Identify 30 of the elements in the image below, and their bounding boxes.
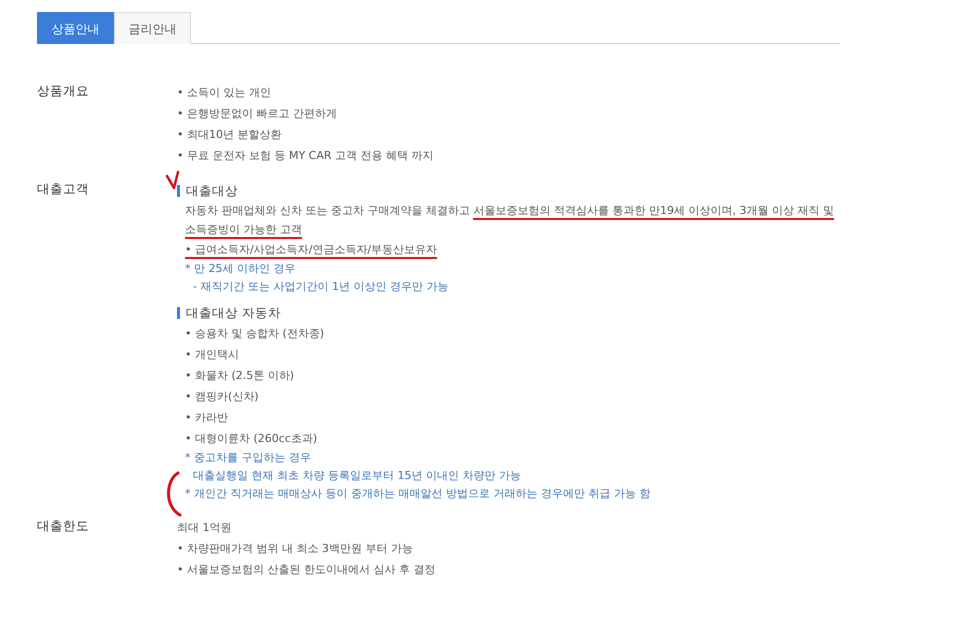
description-text: 자동차 판매업체와 신차 또는 중고차 구매계약을 체결하고 서울보증보험의 적격심사를 통과한 만19세 이상이며, 3개월 이상 재직 및 소득증빙이 가능한 고객 <box>185 201 835 239</box>
bullet-item: • 화물차 (2.5톤 이하) <box>185 368 296 384</box>
subheading: 대출대상 자동차 <box>186 304 281 322</box>
note-text: * 개인간 직거래는 매매상사 등이 중개하는 매매알선 방법으로 거래하는 경우에만 취급 가능 함 <box>185 486 652 502</box>
bullet-item: • 개인택시 <box>185 347 240 363</box>
bullet-item: • 승용차 및 승합차 (전차종) <box>185 326 326 342</box>
bullet-item: • 최대10년 분할상환 <box>177 127 282 143</box>
bullet-item: • 은행방문없이 빠르고 간편하게 <box>177 106 338 122</box>
bullet-item: • 소득이 있는 개인 <box>177 85 272 101</box>
note-text: 대출실행일 현재 최초 차량 등록일로부터 15년 이내인 차량만 가능 <box>192 468 522 484</box>
bullet-item: • 서울보증보험의 산출된 한도이내에서 심사 후 결정 <box>177 562 436 578</box>
bullet-item: • 무료 운전자 보험 등 MY CAR 고객 전용 혜택 까지 <box>177 148 434 164</box>
bullet-item: • 급여소득자/사업소득자/연금소득자/부동산보유자 <box>185 239 835 260</box>
note-text: - 재직기간 또는 사업기간이 1년 이상인 경우만 가능 <box>192 279 450 295</box>
section-label: 대출한도 <box>37 517 89 535</box>
section-label: 대출고객 <box>37 180 89 198</box>
annotation-tick-icon <box>165 170 181 190</box>
heading-bar <box>177 306 180 318</box>
bullet-item: • 대형이륜차 (260cc초과) <box>185 431 318 447</box>
bullet-item: • 차량판매가격 범위 내 최소 3백만원 부터 가능 <box>177 541 414 557</box>
bullet-item: • 캠핑카(신차) <box>185 389 260 405</box>
note-text: * 만 25세 이하인 경우 <box>185 261 296 277</box>
section-label: 상품개요 <box>37 82 89 100</box>
note-text: * 중고차를 구입하는 경우 <box>185 450 312 466</box>
bullet-item: • 카라반 <box>185 410 229 426</box>
limit-text: 최대 1억원 <box>177 520 232 536</box>
tab[interactable]: 상품안내 <box>37 12 114 44</box>
heading-bar <box>177 184 180 196</box>
subheading: 대출대상 <box>186 182 238 200</box>
tab[interactable]: 금리안내 <box>114 12 191 44</box>
